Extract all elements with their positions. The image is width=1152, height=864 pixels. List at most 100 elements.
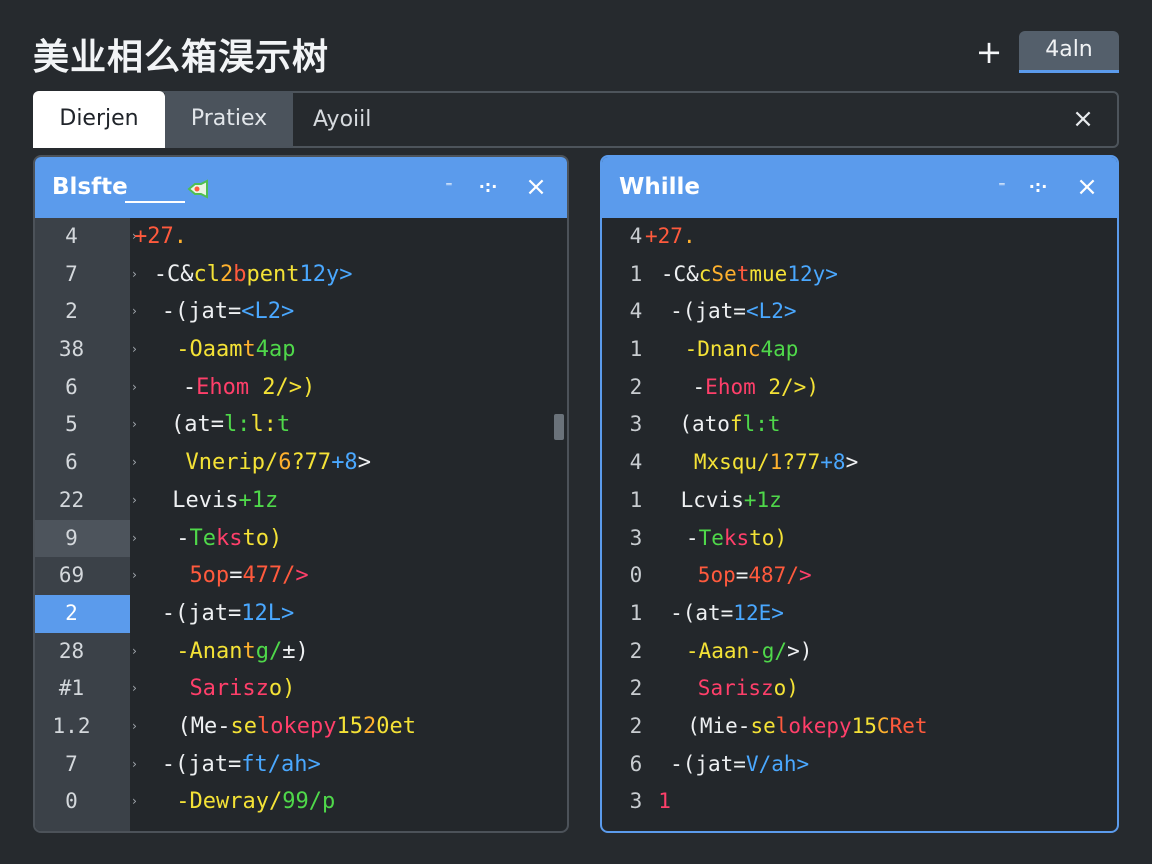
code-token: mue <box>749 261 788 286</box>
code-token: 15 <box>851 713 877 738</box>
code-line[interactable]: 1 Lcvis+1z <box>602 482 1117 520</box>
code-token: = <box>735 563 749 588</box>
code-line[interactable]: 1 -C&cSetmue12y> <box>602 256 1117 294</box>
code-line[interactable]: -(jat=<L2> <box>130 293 567 331</box>
line-number[interactable]: 38 › <box>35 331 138 369</box>
code-line[interactable]: 4 -(jat=<L2> <box>602 293 1117 331</box>
code-line[interactable]: -Anantg/±) <box>130 633 567 671</box>
line-number-text: 7 <box>65 261 78 286</box>
line-numbers: 4 › 7 › 2 › 38 › 6 › 5 › 6 › 22 › 9 › 69 › 2 28 › #1 › 1.2 › 7 › 0 › <box>35 218 138 821</box>
code-area[interactable]: +27. -C&cl2bpent12y> -(jat=<L2> -Oaamt4ap -E… <box>130 218 567 821</box>
code-token: p <box>321 789 336 815</box>
close-icon[interactable]: × <box>1067 103 1099 135</box>
code-token: 1 <box>769 450 783 475</box>
line-number-text: #1 <box>58 676 85 701</box>
line-number[interactable]: 2 <box>35 594 130 633</box>
code-token: -Aaan <box>685 638 750 663</box>
code-token: ft/ <box>241 751 281 777</box>
code-token: <L2> <box>241 299 295 325</box>
code-token: 5op <box>697 563 736 588</box>
line-number[interactable]: 4 › <box>35 218 138 256</box>
code-token: . <box>682 224 696 248</box>
code-line[interactable]: 2 -Ehom 2/>) <box>602 369 1117 407</box>
code-token: -Anan <box>176 638 243 664</box>
code-line[interactable]: +27. <box>130 218 567 256</box>
code-line[interactable]: 0 5op=487/> <box>602 557 1117 595</box>
code-line[interactable]: -Teksto) <box>130 520 567 558</box>
panel-close-icon[interactable]: × <box>522 173 550 201</box>
move-icon[interactable]: ·:· <box>1024 173 1052 201</box>
code-token: Lcvis <box>680 487 744 512</box>
top-action-button[interactable]: 4aln <box>1019 31 1119 73</box>
code-token: Vnerip/ <box>185 450 279 476</box>
add-button[interactable]: + <box>972 36 1006 70</box>
panel-header: Whille ⁼ ·:· × <box>602 157 1117 218</box>
code-token: 477/ <box>242 563 296 589</box>
line-number[interactable]: 28 › <box>35 633 138 671</box>
code-token: pent <box>246 261 300 287</box>
minimize-icon[interactable]: ⁼ <box>988 173 1016 201</box>
code-line[interactable]: -Oaamt4ap <box>130 331 567 369</box>
code-line[interactable]: 4 Mxsqu/1?77+8> <box>602 444 1117 482</box>
line-number[interactable]: 69 › <box>35 557 138 595</box>
line-number[interactable]: 0 › <box>35 783 138 821</box>
code-token: V/ <box>745 751 772 776</box>
tab-pratiex[interactable]: Pratiex <box>165 91 293 148</box>
code-line[interactable]: 2 -Aaan-g/>) <box>602 633 1117 671</box>
code-line[interactable]: -(jat=ft/ah> <box>130 746 567 784</box>
code-line[interactable]: -C&cl2bpent12y> <box>130 256 567 294</box>
code-line[interactable]: (Me-selokepy1520et <box>130 708 567 746</box>
panel-close-icon[interactable]: × <box>1073 173 1101 201</box>
code-line[interactable]: Sariszo) <box>130 670 567 708</box>
code-token: Levis <box>172 487 239 513</box>
code-token: l: <box>250 412 277 438</box>
code-line[interactable]: 5op=477/> <box>130 557 567 595</box>
code-line[interactable]: 3 -Teksto) <box>602 520 1117 558</box>
code-line[interactable]: (at=l:l:t <box>130 406 567 444</box>
line-number: 3 <box>629 412 643 437</box>
line-number[interactable]: 7 › <box>35 746 138 784</box>
line-number[interactable]: 6 › <box>35 444 138 482</box>
code-line[interactable]: 2 Sariszo) <box>602 670 1117 708</box>
pin-icon[interactable] <box>185 178 211 200</box>
code-token: t <box>736 261 750 286</box>
code-token: to) <box>749 525 788 550</box>
line-number[interactable]: 7 › <box>35 256 138 294</box>
code-token: ±) <box>282 638 309 664</box>
line-number[interactable]: #1 › <box>35 670 138 708</box>
line-number[interactable]: 5 › <box>35 406 138 444</box>
line-number[interactable]: 22 › <box>35 482 138 520</box>
search-input[interactable] <box>313 93 1013 146</box>
code-area[interactable]: 4 +27. 1 -C&cSetmue12y> 4 -(jat=<L2> 1 -Dnanc4a… <box>602 218 1117 821</box>
code-line[interactable]: 31 <box>602 783 1117 821</box>
code-line[interactable]: 6 -(jat=V/ah> <box>602 746 1117 784</box>
code-token: Se <box>711 261 737 286</box>
code-line[interactable]: Levis+1z <box>130 482 567 520</box>
code-line[interactable]: 3 (atofl:t <box>602 406 1117 444</box>
code-line[interactable]: -Dewray/99/p <box>130 783 567 821</box>
line-number: 6 <box>629 751 643 776</box>
code-token: o) <box>268 676 296 702</box>
panel-title: Whille <box>619 174 700 200</box>
code-token: t <box>276 412 291 438</box>
code-line[interactable]: -(jat=12L> <box>130 595 567 633</box>
code-line[interactable]: 1 -Dnanc4ap <box>602 331 1117 369</box>
line-number-text: 9 <box>65 525 78 550</box>
code-line[interactable]: 1 -(at=12E> <box>602 595 1117 633</box>
code-token: >) <box>787 638 813 663</box>
line-number[interactable]: 1.2 › <box>35 708 138 746</box>
line-number-text: 6 <box>65 374 78 399</box>
code-line[interactable]: 4 +27. <box>602 218 1117 256</box>
code-line[interactable]: Vnerip/6?77+8> <box>130 444 567 482</box>
line-number[interactable]: 6 › <box>35 369 138 407</box>
scrollbar-thumb[interactable] <box>554 414 564 440</box>
minimize-icon[interactable]: ⁼ <box>435 173 463 201</box>
code-line[interactable]: -Ehom 2/>) <box>130 369 567 407</box>
line-number[interactable]: 2 › <box>35 293 138 331</box>
line-number: 2 <box>629 638 643 663</box>
tab-dierjen[interactable]: Dierjen <box>33 91 165 148</box>
line-number[interactable]: 9 › <box>35 519 138 558</box>
move-icon[interactable]: ·:· <box>474 173 502 201</box>
code-line[interactable]: 2 (Mie-selokepy15CRet <box>602 708 1117 746</box>
line-number-text: 2 <box>65 600 78 625</box>
